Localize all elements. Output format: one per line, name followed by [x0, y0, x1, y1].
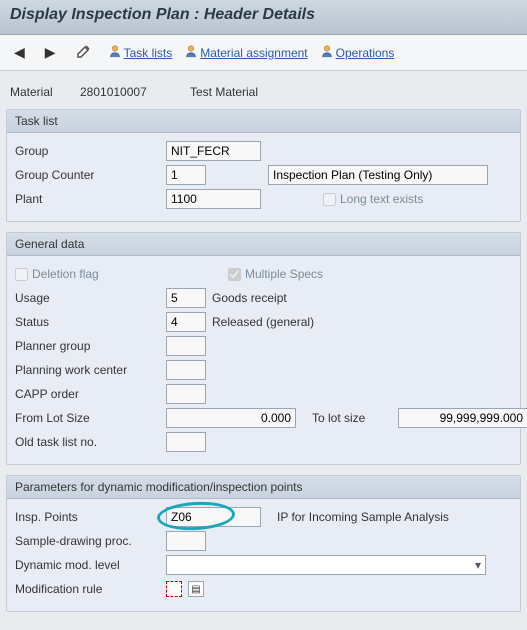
deletion-flag-input [15, 268, 28, 281]
page-title: Display Inspection Plan : Header Details [10, 6, 517, 24]
plant-field[interactable] [166, 189, 261, 209]
material-label: Material [10, 85, 70, 99]
general-data-group: General data Deletion flag Multiple Spec… [6, 232, 521, 465]
from-lot-size-field[interactable] [166, 408, 296, 428]
person-icon [184, 44, 198, 61]
long-text-checkbox: Long text exists [323, 192, 423, 206]
deletion-flag-checkbox: Deletion flag [15, 267, 166, 281]
dynamic-mod-level-select[interactable]: ▾ [166, 555, 486, 575]
task-lists-link[interactable]: Task lists [108, 44, 173, 61]
dynamic-mod-level-label: Dynamic mod. level [15, 558, 160, 572]
modification-rule-field[interactable] [166, 581, 182, 597]
to-lot-size-label: To lot size [312, 411, 392, 425]
status-field[interactable] [166, 312, 206, 332]
material-row: Material 2801010007 Test Material [6, 79, 521, 109]
task-list-title: Task list [7, 110, 520, 133]
title-bar: Display Inspection Plan : Header Details [0, 0, 527, 35]
pencil-icon [76, 43, 92, 59]
task-list-group: Task list Group Group Counter Plant Long… [6, 109, 521, 222]
planning-work-center-field[interactable] [166, 360, 206, 380]
multiple-specs-input [228, 268, 241, 281]
insp-points-field[interactable] [166, 507, 261, 527]
sample-drawing-proc-field[interactable] [166, 531, 206, 551]
status-desc: Released (general) [212, 315, 314, 329]
planning-work-center-label: Planning work center [15, 363, 160, 377]
usage-desc: Goods receipt [212, 291, 287, 305]
plant-label: Plant [15, 192, 160, 206]
planner-group-field[interactable] [166, 336, 206, 356]
edit-button[interactable] [72, 41, 96, 64]
parameters-group: Parameters for dynamic modification/insp… [6, 475, 521, 612]
long-text-check-input [323, 193, 336, 206]
person-icon [320, 44, 334, 61]
parameters-title: Parameters for dynamic modification/insp… [7, 476, 520, 499]
back-button[interactable]: ◀ [10, 42, 29, 63]
from-lot-size-label: From Lot Size [15, 411, 160, 425]
operations-label: Operations [336, 46, 395, 60]
old-task-list-label: Old task list no. [15, 435, 160, 449]
group-counter-label: Group Counter [15, 168, 160, 182]
group-label: Group [15, 144, 160, 158]
chevron-down-icon: ▾ [475, 558, 481, 572]
planner-group-label: Planner group [15, 339, 160, 353]
content-area: Material 2801010007 Test Material Task l… [0, 71, 527, 630]
multiple-specs-label: Multiple Specs [245, 267, 323, 281]
capp-order-label: CAPP order [15, 387, 160, 401]
sample-drawing-proc-label: Sample-drawing proc. [15, 534, 160, 548]
value-help-button[interactable]: ▤ [188, 581, 204, 597]
capp-order-field[interactable] [166, 384, 206, 404]
insp-points-desc: IP for Incoming Sample Analysis [277, 510, 449, 524]
group-field[interactable] [166, 141, 261, 161]
deletion-flag-label: Deletion flag [32, 267, 99, 281]
status-label: Status [15, 315, 160, 329]
general-data-title: General data [7, 233, 520, 256]
material-description: Test Material [190, 85, 258, 99]
modification-rule-label: Modification rule [15, 582, 160, 596]
long-text-label: Long text exists [340, 192, 423, 206]
operations-link[interactable]: Operations [320, 44, 395, 61]
material-assignment-link[interactable]: Material assignment [184, 44, 307, 61]
usage-field[interactable] [166, 288, 206, 308]
task-lists-label: Task lists [124, 46, 173, 60]
forward-button[interactable]: ▶ [41, 42, 60, 63]
toolbar: ◀ ▶ Task lists Material assignment Opera… [0, 35, 527, 71]
insp-points-label: Insp. Points [15, 510, 160, 524]
to-lot-size-field[interactable] [398, 408, 527, 428]
material-number: 2801010007 [80, 85, 180, 99]
group-counter-field[interactable] [166, 165, 206, 185]
material-assignment-label: Material assignment [200, 46, 307, 60]
multiple-specs-checkbox: Multiple Specs [228, 267, 323, 281]
search-help-icon: ▤ [191, 584, 200, 595]
person-icon [108, 44, 122, 61]
old-task-list-field[interactable] [166, 432, 206, 452]
usage-label: Usage [15, 291, 160, 305]
group-counter-desc-field[interactable] [268, 165, 488, 185]
